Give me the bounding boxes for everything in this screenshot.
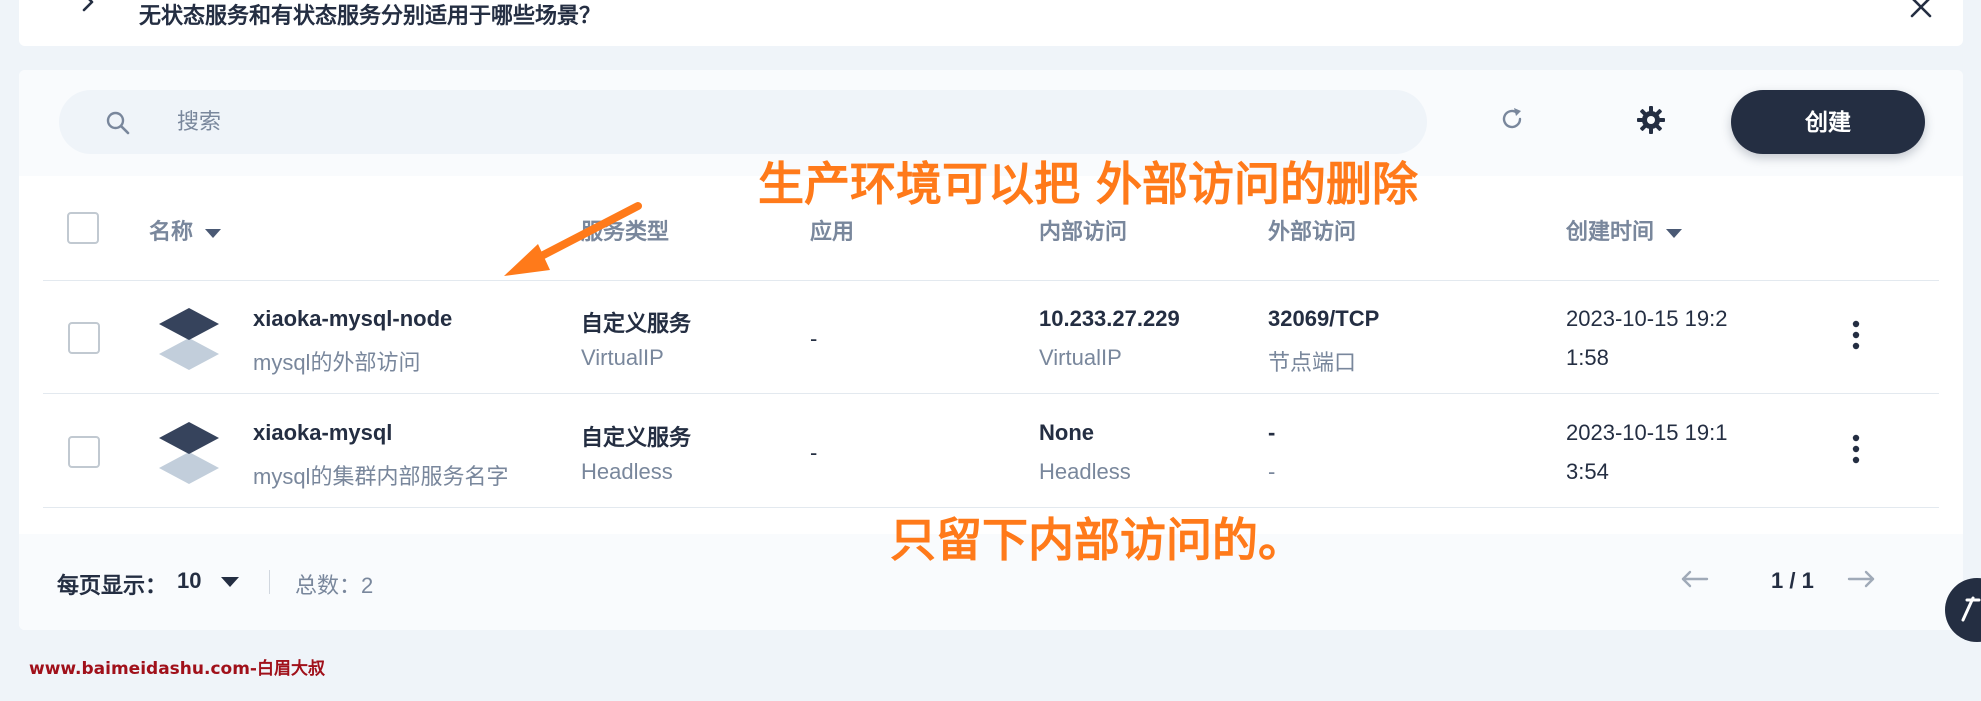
created-time-line2: 1:58 xyxy=(1566,345,1609,370)
select-all-checkbox[interactable] xyxy=(67,212,99,244)
service-icon xyxy=(159,308,219,370)
service-subtype: VirtualIP xyxy=(581,345,664,370)
internal-access-value: 10.233.27.229 xyxy=(1039,306,1180,331)
service-type: 自定义服务 xyxy=(581,311,692,336)
column-header-app: 应用 xyxy=(810,219,855,244)
total-count: 总数：2 xyxy=(295,573,374,598)
faq-question[interactable]: 无状态服务和有状态服务分别适用于哪些场景？ xyxy=(139,0,601,30)
chevron-right-icon[interactable] xyxy=(77,0,99,14)
row-divider xyxy=(43,280,1939,281)
annotation-arrow-icon xyxy=(504,202,642,276)
arrow-left-icon[interactable] xyxy=(1679,566,1709,592)
service-description: mysql的外部访问 xyxy=(253,350,421,375)
faq-card[interactable]: 无状态服务和有状态服务分别适用于哪些场景？ xyxy=(19,0,1963,46)
chevron-down-icon[interactable] xyxy=(221,577,239,587)
external-access-value: 32069/TCP xyxy=(1268,306,1380,331)
service-subtype: Headless xyxy=(581,459,673,484)
internal-access-mode: Headless xyxy=(1039,459,1131,484)
created-time-line1: 2023-10-15 19:1 xyxy=(1566,420,1728,445)
sort-caret-icon xyxy=(205,228,222,238)
more-menu-icon[interactable] xyxy=(1852,434,1860,466)
watermark: www.baimeidashu.com-白眉大叔 xyxy=(29,659,325,679)
gear-icon[interactable] xyxy=(1635,104,1667,136)
internal-access-value: None xyxy=(1039,420,1094,445)
service-name-link[interactable]: xiaoka-mysql-node xyxy=(253,306,452,332)
create-button[interactable]: 创建 xyxy=(1731,90,1925,154)
external-access-mode: 节点端口 xyxy=(1268,350,1357,375)
column-header-created-time[interactable]: 创建时间 xyxy=(1566,214,1683,246)
per-page-select[interactable]: 10 xyxy=(177,568,201,594)
search-bar[interactable] xyxy=(59,90,1427,154)
service-name-link[interactable]: xiaoka-mysql xyxy=(253,420,392,446)
close-icon[interactable] xyxy=(1908,0,1934,22)
service-icon xyxy=(159,422,219,484)
service-description: mysql的集群内部服务名字 xyxy=(253,464,509,489)
app-value: - xyxy=(810,326,818,351)
annotation-note-1: 生产环境可以把 外部访问的删除 xyxy=(758,157,1419,211)
service-type: 自定义服务 xyxy=(581,425,692,450)
created-time-line1: 2023-10-15 19:2 xyxy=(1566,306,1728,331)
sort-caret-icon xyxy=(1666,228,1683,238)
column-header-external-access: 外部访问 xyxy=(1268,219,1357,244)
column-header-name[interactable]: 名称 xyxy=(149,214,222,246)
search-input[interactable] xyxy=(177,102,1377,142)
column-header-internal-access: 内部访问 xyxy=(1039,219,1128,244)
arrow-right-icon[interactable] xyxy=(1847,566,1877,592)
search-icon xyxy=(106,111,130,135)
row-checkbox[interactable] xyxy=(68,322,100,354)
created-time-line2: 3:54 xyxy=(1566,459,1609,484)
divider xyxy=(269,570,270,594)
app-value: - xyxy=(810,440,818,465)
per-page-label: 每页显示： xyxy=(57,573,168,598)
hammer-icon xyxy=(1961,596,1981,622)
annotation-note-2: 只留下内部访问的。 xyxy=(890,513,1304,567)
row-divider xyxy=(43,393,1939,394)
external-access-value: - xyxy=(1268,420,1276,445)
page-indicator: 1 / 1 xyxy=(1771,568,1814,593)
refresh-icon[interactable] xyxy=(1497,104,1527,134)
external-access-mode: - xyxy=(1268,459,1276,484)
internal-access-mode: VirtualIP xyxy=(1039,345,1122,370)
row-checkbox[interactable] xyxy=(68,436,100,468)
more-menu-icon[interactable] xyxy=(1852,320,1860,352)
